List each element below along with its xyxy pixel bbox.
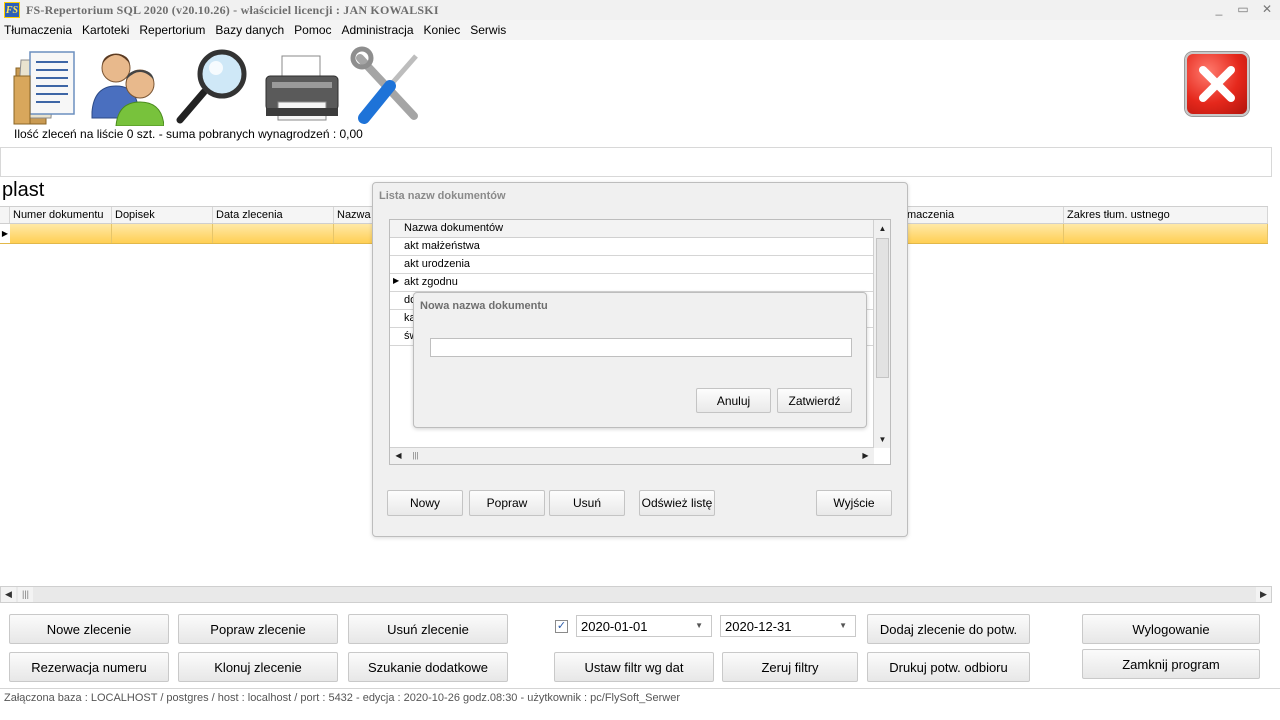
dialog-title: Nowa nazwa dokumentu [420, 300, 548, 312]
printer-icon[interactable] [264, 46, 340, 126]
row-pointer-icon: ▶ [393, 276, 400, 285]
delete-order-button[interactable]: Usuń zlecenie [348, 614, 508, 644]
scroll-down-icon[interactable]: ▼ [875, 432, 890, 447]
column-data-zlecenia[interactable]: Data zlecenia [213, 207, 334, 223]
column-zakres-tlum-ustnego[interactable]: Zakres tłum. ustnego [1064, 207, 1268, 223]
list-item-label: akt urodzenia [404, 258, 471, 270]
date-to-picker[interactable]: 2020-12-31 ▼ [720, 615, 856, 637]
summary-text: Ilość zleceń na liście 0 szt. - suma pob… [14, 127, 363, 141]
minimize-icon[interactable]: _ [1212, 2, 1226, 16]
window-controls: _ ▭ ✕ [1212, 2, 1274, 16]
scroll-left-icon[interactable]: ◀ [391, 448, 406, 463]
toolbar: Ilość zleceń na liście 0 szt. - suma pob… [0, 40, 1272, 146]
table-cell[interactable] [112, 224, 213, 243]
document-name-input[interactable] [430, 338, 852, 357]
menu-item-repertorium[interactable]: Repertorium [139, 23, 205, 37]
menu-item-kartoteki[interactable]: Kartoteki [82, 23, 129, 37]
cancel-button[interactable]: Anuluj [696, 388, 771, 413]
close-app-icon[interactable] [1185, 52, 1249, 116]
list-item-label: akt zgodnu [404, 276, 458, 288]
add-to-confirmation-button[interactable]: Dodaj zlecenie do potw. [867, 614, 1030, 644]
column-tlumaczenia[interactable]: maczenia [904, 207, 1064, 223]
column-dopisek[interactable]: Dopisek [112, 207, 213, 223]
menu-item-bazy-danych[interactable]: Bazy danych [215, 23, 284, 37]
scroll-thumb-grip-icon[interactable]: ||| [18, 587, 33, 602]
filter-bar[interactable] [0, 147, 1272, 177]
table-cell[interactable] [213, 224, 334, 243]
menu-item-serwis[interactable]: Serwis [470, 23, 506, 37]
scroll-right-icon[interactable]: ▶ [1256, 587, 1271, 602]
restore-icon[interactable]: ▭ [1236, 2, 1250, 16]
title-bar: FS FS-Repertorium SQL 2020 (v20.10.26) -… [0, 0, 1280, 20]
dialog-title: Lista nazw dokumentów [379, 190, 506, 202]
scroll-up-icon[interactable]: ▲ [875, 221, 890, 236]
date-to-value: 2020-12-31 [725, 618, 792, 634]
main-horizontal-scrollbar[interactable]: ◀ ||| ▶ [0, 586, 1272, 603]
new-order-button[interactable]: Nowe zlecenie [9, 614, 169, 644]
chevron-down-icon[interactable]: ▼ [839, 621, 847, 630]
window-title: FS-Repertorium SQL 2020 (v20.10.26) - wł… [26, 2, 439, 17]
extra-search-button[interactable]: Szukanie dodatkowe [348, 652, 508, 682]
column-numer-dokumentu[interactable]: Numer dokumentu [10, 207, 112, 223]
scroll-thumb-grip-icon[interactable]: ||| [408, 448, 423, 463]
list-horizontal-scrollbar[interactable]: ◀ ||| ▶ [390, 447, 874, 464]
reset-filters-button[interactable]: Zeruj filtry [722, 652, 858, 682]
menu-item-koniec[interactable]: Koniec [424, 23, 461, 37]
table-cell[interactable] [1064, 224, 1268, 243]
menu-item-tlumaczenia[interactable]: Tłumaczenia [4, 23, 72, 37]
clone-order-button[interactable]: Klonuj zlecenie [178, 652, 338, 682]
menu-bar: Tłumaczenia Kartoteki Repertorium Bazy d… [0, 20, 1280, 40]
close-program-button[interactable]: Zamknij program [1082, 649, 1260, 679]
list-item-label: akt małżeństwa [404, 240, 480, 252]
date-from-value: 2020-01-01 [581, 618, 648, 634]
refresh-list-button[interactable]: Odśwież listę [639, 490, 715, 516]
chevron-down-icon[interactable]: ▼ [695, 621, 703, 630]
scroll-left-icon[interactable]: ◀ [1, 587, 16, 602]
row-pointer-icon: ▶ [0, 224, 10, 243]
date-from-picker[interactable]: 2020-01-01 ▼ [576, 615, 712, 637]
list-item[interactable]: akt małżeństwa [390, 238, 874, 256]
grid-indicator-column [0, 207, 10, 223]
section-title: plast [2, 179, 45, 201]
documents-icon[interactable] [8, 46, 84, 126]
menu-item-administracja[interactable]: Administracja [342, 23, 414, 37]
users-icon[interactable] [88, 46, 164, 126]
scroll-right-icon[interactable]: ▶ [858, 448, 873, 463]
close-icon[interactable]: ✕ [1260, 2, 1274, 16]
search-icon[interactable] [176, 46, 252, 126]
confirm-button[interactable]: Zatwierdź [777, 388, 852, 413]
table-cell[interactable] [10, 224, 112, 243]
menu-item-pomoc[interactable]: Pomoc [294, 23, 331, 37]
delete-button[interactable]: Usuń [549, 490, 625, 516]
new-document-name-dialog: Nowa nazwa dokumentu Anuluj Zatwierdź [413, 292, 867, 428]
status-bar: Załączona baza : LOCALHOST / postgres / … [0, 688, 1280, 708]
print-receipt-button[interactable]: Drukuj potw. odbioru [867, 652, 1030, 682]
scroll-thumb[interactable] [876, 238, 889, 378]
list-header[interactable]: Nazwa dokumentów [390, 220, 874, 238]
list-item[interactable]: akt urodzenia [390, 256, 874, 274]
app-logo-icon: FS [4, 2, 20, 18]
set-date-filter-button[interactable]: Ustaw filtr wg dat [554, 652, 714, 682]
logout-button[interactable]: Wylogowanie [1082, 614, 1260, 644]
reserve-number-button[interactable]: Rezerwacja numeru [9, 652, 169, 682]
new-button[interactable]: Nowy [387, 490, 463, 516]
exit-button[interactable]: Wyjście [816, 490, 892, 516]
edit-button[interactable]: Popraw [469, 490, 545, 516]
edit-order-button[interactable]: Popraw zlecenie [178, 614, 338, 644]
date-filter-checkbox[interactable]: ✓ [555, 620, 568, 633]
table-cell[interactable] [904, 224, 1064, 243]
list-item[interactable]: ▶ akt zgodnu [390, 274, 874, 292]
list-vertical-scrollbar[interactable]: ▲ ▼ [873, 220, 890, 448]
tools-icon[interactable] [350, 46, 426, 126]
